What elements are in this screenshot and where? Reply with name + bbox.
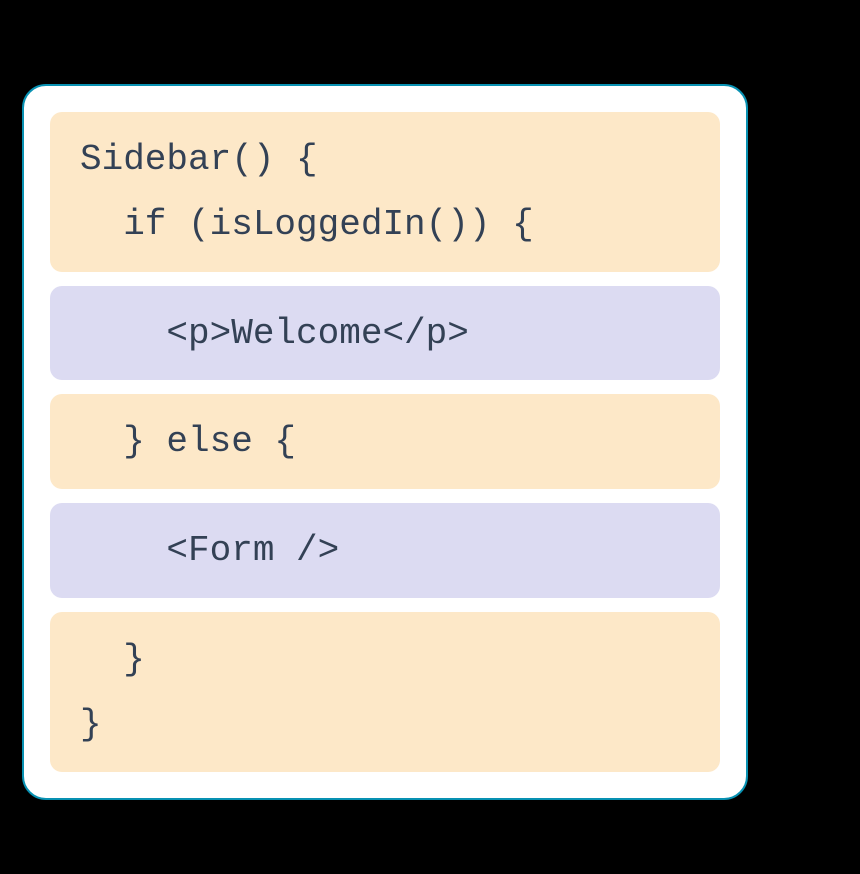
code-block-js-3: }} xyxy=(50,612,720,772)
code-card: Sidebar() { if (isLoggedIn()) { <p>Welco… xyxy=(22,84,748,800)
code-line: if (isLoggedIn()) { xyxy=(50,193,720,258)
code-line: Sidebar() { xyxy=(50,128,720,193)
code-line: } else { xyxy=(50,410,720,475)
code-line: <Form /> xyxy=(50,519,720,584)
code-block-jsx-1: <p>Welcome</p> xyxy=(50,286,720,381)
code-block-jsx-2: <Form /> xyxy=(50,503,720,598)
code-line: } xyxy=(50,628,720,693)
code-block-js-1: Sidebar() { if (isLoggedIn()) { xyxy=(50,112,720,272)
code-line: <p>Welcome</p> xyxy=(50,302,720,367)
code-block-js-2: } else { xyxy=(50,394,720,489)
code-line: } xyxy=(50,693,720,758)
